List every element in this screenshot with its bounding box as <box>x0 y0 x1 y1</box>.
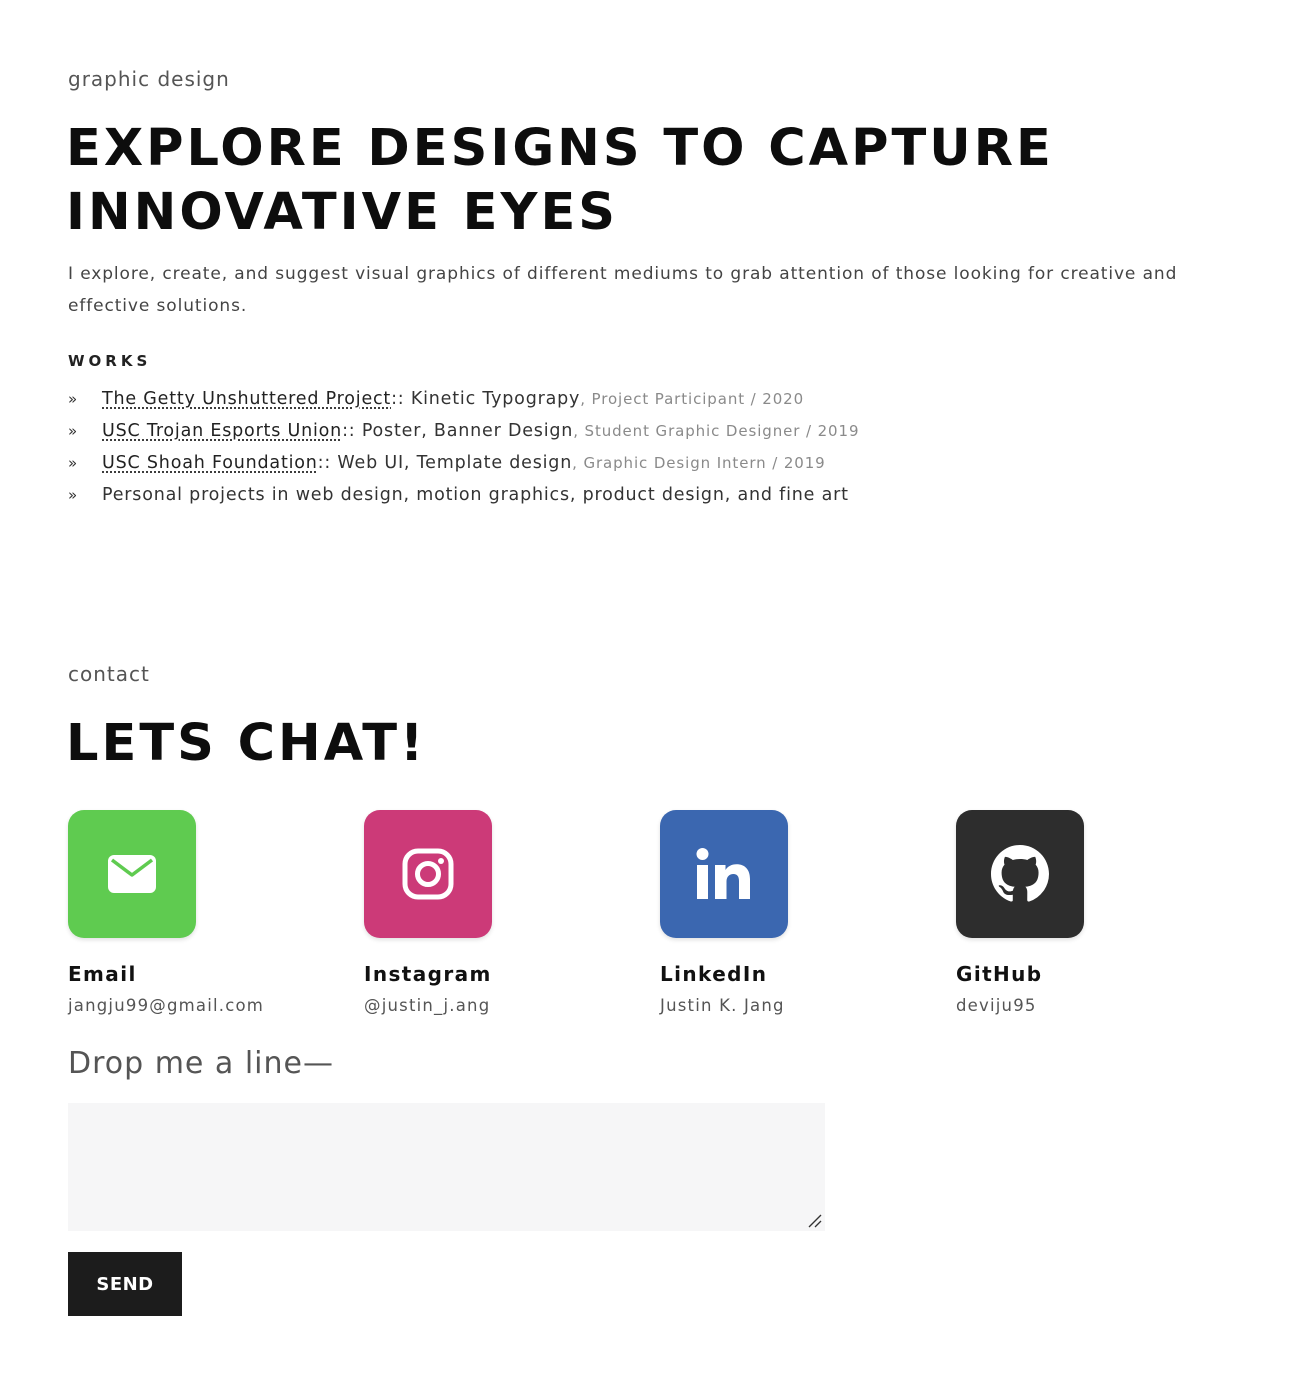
contact-label: GitHub <box>956 962 1043 986</box>
contact-heading: LETS CHAT! <box>66 714 427 773</box>
design-heading-line1: EXPLORE DESIGNS TO CAPTURE <box>66 119 1054 178</box>
contact-card-github: GitHub deviju95 <box>956 810 1216 1015</box>
bullet-icon: » <box>68 454 78 472</box>
contact-value: @justin_j.ang <box>364 996 491 1015</box>
works-list: » The Getty Unshuttered Project :: Kinet… <box>68 383 859 511</box>
message-input[interactable] <box>68 1103 825 1231</box>
instagram-link[interactable] <box>364 810 492 938</box>
design-kicker: graphic design <box>68 67 230 91</box>
contact-grid: Email jangju99@gmail.com Instagram @just… <box>68 810 1168 1030</box>
drop-line-heading: Drop me a line— <box>68 1046 334 1081</box>
contact-card-email: Email jangju99@gmail.com <box>68 810 328 1015</box>
design-heading: EXPLORE DESIGNS TO CAPTURE INNOVATIVE EY… <box>66 117 1054 245</box>
contact-card-instagram: Instagram @justin_j.ang <box>364 810 624 1015</box>
work-item: » USC Trojan Esports Union :: Poster, Ba… <box>68 415 859 447</box>
bullet-icon: » <box>68 486 78 504</box>
work-role: , Project Participant / 2020 <box>580 390 805 408</box>
work-role: , Graphic Design Intern / 2019 <box>572 454 826 472</box>
bullet-icon: » <box>68 422 78 440</box>
contact-kicker: contact <box>68 662 150 686</box>
work-item: » Personal projects in web design, motio… <box>68 479 859 511</box>
contact-value: jangju99@gmail.com <box>68 996 265 1015</box>
contact-label: Email <box>68 962 137 986</box>
contact-label: LinkedIn <box>660 962 768 986</box>
contact-card-linkedin: LinkedIn Justin K. Jang <box>660 810 920 1015</box>
work-item: » USC Shoah Foundation :: Web UI, Templa… <box>68 447 859 479</box>
work-role: , Student Graphic Designer / 2019 <box>573 422 860 440</box>
github-icon <box>991 845 1049 902</box>
bullet-icon: » <box>68 390 78 408</box>
work-link-esports[interactable]: USC Trojan Esports Union <box>102 421 342 441</box>
github-link[interactable] <box>956 810 1084 938</box>
linkedin-icon <box>696 848 750 899</box>
contact-value: deviju95 <box>956 996 1037 1015</box>
work-desc: :: Kinetic Typograpy <box>391 389 581 409</box>
instagram-icon <box>402 848 454 900</box>
design-heading-line2: INNOVATIVE EYES <box>66 183 619 242</box>
contact-value: Justin K. Jang <box>660 996 785 1015</box>
mail-icon <box>108 855 156 893</box>
linkedin-link[interactable] <box>660 810 788 938</box>
works-title: WORKS <box>68 352 152 370</box>
design-intro: I explore, create, and suggest visual gr… <box>68 264 1178 316</box>
work-link-getty[interactable]: The Getty Unshuttered Project <box>102 389 391 409</box>
email-link[interactable] <box>68 810 196 938</box>
resize-handle-icon[interactable] <box>807 1213 823 1229</box>
work-link-shoah[interactable]: USC Shoah Foundation <box>102 453 318 473</box>
work-item: » The Getty Unshuttered Project :: Kinet… <box>68 383 859 415</box>
work-desc: :: Poster, Banner Design <box>342 421 574 441</box>
contact-label: Instagram <box>364 962 492 986</box>
send-button[interactable]: SEND <box>68 1252 182 1316</box>
work-personal-text: Personal projects in web design, motion … <box>102 485 849 505</box>
work-desc: :: Web UI, Template design <box>317 453 573 473</box>
